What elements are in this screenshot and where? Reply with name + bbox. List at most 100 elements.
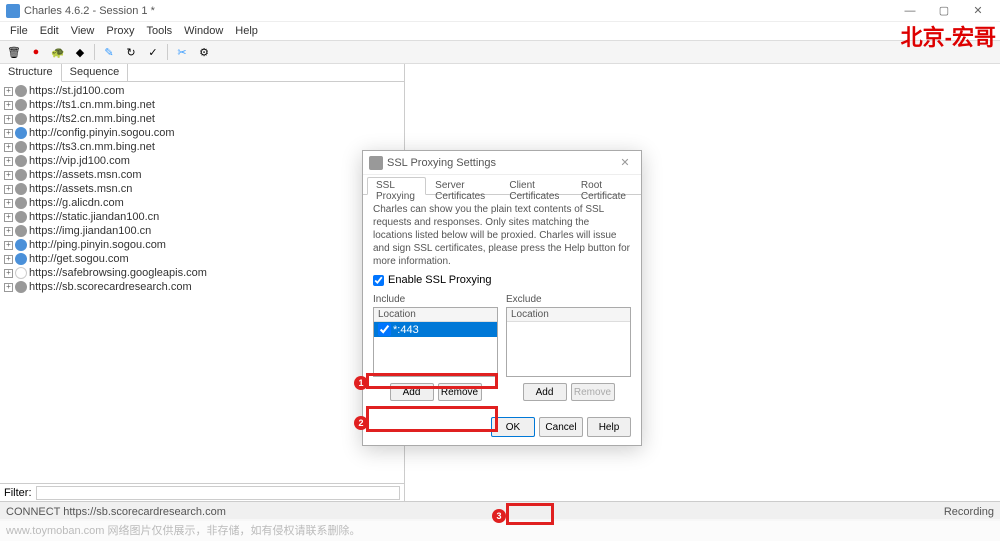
dialog-icon [369,156,383,170]
filter-label: Filter: [4,487,32,499]
dtab-root-cert[interactable]: Root Certificate [572,177,637,194]
menu-edit[interactable]: Edit [34,23,65,39]
tree-item-label: https://static.jiandan100.cn [29,211,159,223]
minimize-button[interactable]: — [894,1,926,21]
expand-icon[interactable]: + [4,185,13,194]
lock-icon [15,169,27,181]
menu-view[interactable]: View [65,23,101,39]
record-icon[interactable]: ● [26,42,46,62]
tree-item-label: http://config.pinyin.sogou.com [29,127,175,139]
dtab-ssl-proxying[interactable]: SSL Proxying [367,177,426,195]
tree-item[interactable]: + https://assets.msn.com [4,168,400,182]
throttle-icon[interactable]: 🐢 [48,42,68,62]
tree-item[interactable]: +https://sb.scorecardresearch.com [4,280,400,294]
menu-tools[interactable]: Tools [140,23,178,39]
tree-item[interactable]: + http://config.pinyin.sogou.com [4,126,400,140]
tree-item[interactable]: +http://ping.pinyin.sogou.com [4,238,400,252]
tab-structure[interactable]: Structure [0,64,62,82]
tree-item-label: https://assets.msn.cn [29,183,132,195]
edit-icon[interactable]: ✎ [99,42,119,62]
cancel-button[interactable]: Cancel [539,417,583,437]
include-item-0[interactable]: *:443 [374,322,497,337]
globe-icon [15,253,27,265]
tab-sequence[interactable]: Sequence [62,64,129,81]
expand-icon[interactable]: + [4,241,13,250]
dtab-server-cert[interactable]: Server Certificates [426,177,500,194]
enable-ssl-label: Enable SSL Proxying [388,274,492,286]
menu-proxy[interactable]: Proxy [100,23,140,39]
exclude-col-header: Location [507,308,630,322]
expand-icon[interactable]: + [4,227,13,236]
expand-icon[interactable]: + [4,157,13,166]
annotation-badge-2: 2 [354,416,368,430]
expand-icon[interactable]: + [4,143,13,152]
host-tree[interactable]: +https://st.jd100.com+https://ts1.cn.mm.… [0,82,404,483]
settings-icon[interactable]: ⚙ [194,42,214,62]
include-list[interactable]: Location *:443 [373,307,498,377]
include-label: Include [373,294,498,305]
tree-item[interactable]: +https://ts3.cn.mm.bing.net [4,140,400,154]
close-button[interactable]: ✕ [962,1,994,21]
lock-icon [15,183,27,195]
lock-icon [15,113,27,125]
dialog-help-text: Charles can show you the plain text cont… [373,203,631,268]
lock-icon [15,211,27,223]
lock-icon [15,155,27,167]
tree-item[interactable]: +https://vip.jd100.com [4,154,400,168]
tree-item-label: https://g.alicdn.com [29,197,124,209]
tree-item[interactable]: +https://ts1.cn.mm.bing.net [4,98,400,112]
window-title: Charles 4.6.2 - Session 1 * [24,5,894,17]
tree-item-label: https://assets.msn.com [29,169,141,181]
app-icon [6,4,20,18]
include-remove-button[interactable]: Remove [438,383,482,401]
menu-file[interactable]: File [4,23,34,39]
breakpoints-icon[interactable]: ◆ [70,42,90,62]
include-item-checkbox[interactable] [378,323,391,336]
expand-icon[interactable]: + [4,101,13,110]
tree-item[interactable]: +http://get.sogou.com [4,252,400,266]
expand-icon[interactable]: + [4,87,13,96]
tools-icon[interactable]: ✂ [172,42,192,62]
expand-icon[interactable]: + [4,115,13,124]
menu-help[interactable]: Help [229,23,264,39]
new-session-icon[interactable]: 🗑 [4,42,24,62]
expand-icon[interactable]: + [4,171,13,180]
dtab-client-cert[interactable]: Client Certificates [500,177,572,194]
expand-icon[interactable]: + [4,283,13,292]
dialog-close-button[interactable]: ✕ [615,156,635,169]
lock-icon [15,141,27,153]
expand-icon[interactable]: + [4,255,13,264]
maximize-button[interactable]: ▢ [928,1,960,21]
exclude-list[interactable]: Location [506,307,631,377]
exclude-label: Exclude [506,294,631,305]
expand-icon[interactable]: + [4,213,13,222]
lock-icon [15,99,27,111]
expand-icon[interactable]: + [4,269,13,278]
tree-item[interactable]: + https://g.alicdn.com [4,196,400,210]
include-add-button[interactable]: Add [390,383,434,401]
titlebar: Charles 4.6.2 - Session 1 * — ▢ ✕ [0,0,1000,22]
exclude-remove-button[interactable]: Remove [571,383,615,401]
help-button[interactable]: Help [587,417,631,437]
menu-window[interactable]: Window [178,23,229,39]
tree-item[interactable]: +https://ts2.cn.mm.bing.net [4,112,400,126]
repeat-icon[interactable]: ↻ [121,42,141,62]
enable-ssl-checkbox[interactable] [373,275,384,286]
tree-item[interactable]: + https://assets.msn.cn [4,182,400,196]
tree-item[interactable]: +https://st.jd100.com [4,84,400,98]
expand-icon[interactable]: + [4,129,13,138]
annotation-badge-3: 3 [492,509,506,523]
lock-icon [15,85,27,97]
sidebar: Structure Sequence +https://st.jd100.com… [0,64,405,501]
filter-input[interactable] [36,486,401,500]
ssl-proxying-dialog: SSL Proxying Settings ✕ SSL Proxying Ser… [362,150,642,446]
exclude-add-button[interactable]: Add [523,383,567,401]
tree-item[interactable]: + https://static.jiandan100.cn [4,210,400,224]
annotation-badge-1: 1 [354,376,368,390]
lock-icon [15,197,27,209]
ok-button[interactable]: OK [491,417,535,437]
validate-icon[interactable]: ✓ [143,42,163,62]
tree-item[interactable]: +https://safebrowsing.googleapis.com [4,266,400,280]
tree-item[interactable]: +https://img.jiandan100.cn [4,224,400,238]
expand-icon[interactable]: + [4,199,13,208]
